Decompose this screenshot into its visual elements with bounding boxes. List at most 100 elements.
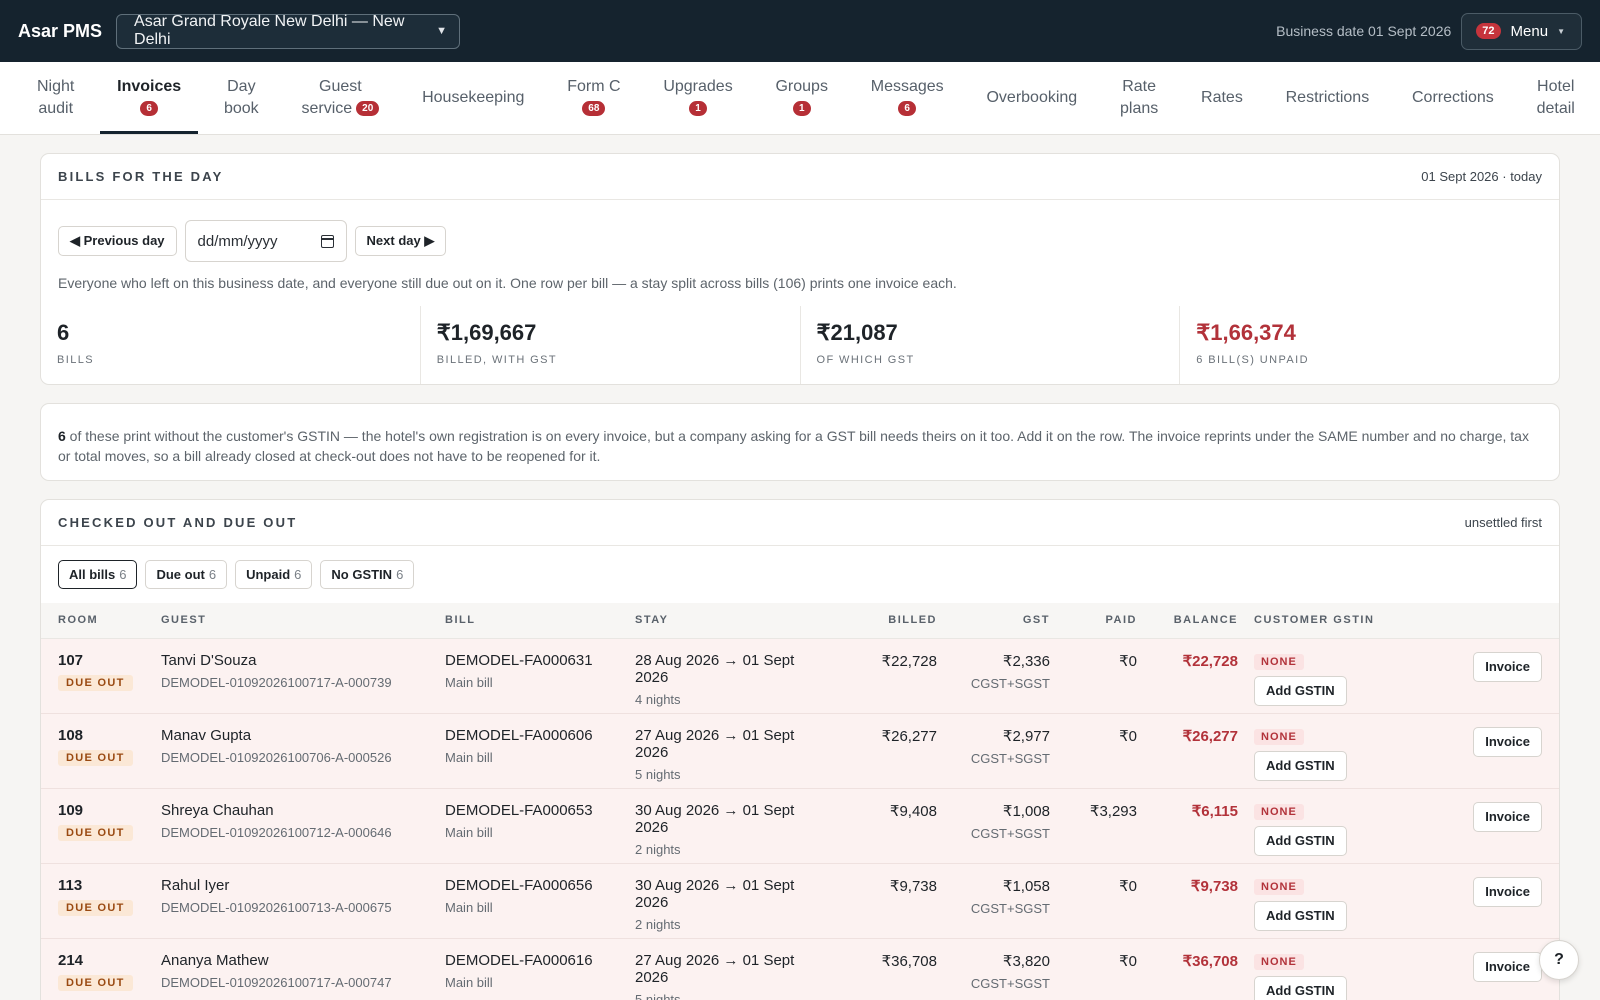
bill-cell: DEMODEL-FA000606 Main bill [437,713,627,788]
tab-corrections[interactable]: Corrections [1395,62,1511,134]
customer-gstin-cell: NONE Add GSTIN [1246,788,1396,863]
invoice-button[interactable]: Invoice [1473,951,1542,982]
bills-description: Everyone who left on this business date,… [58,275,957,291]
table-row[interactable]: 214 DUE OUT Ananya Mathew DEMODEL-010920261… [41,938,1559,1000]
tab-label: Corrections [1412,89,1494,106]
stat-label: OF WHICH GST [816,354,915,366]
tab-upgrades[interactable]: Upgrades 1 [646,62,749,134]
invoice-button[interactable]: Invoice [1473,876,1542,907]
filter-chip-no-gstin[interactable]: No GSTIN 6 [320,560,415,589]
menu-button[interactable]: 72 Menu ▼ [1461,12,1582,50]
business-date: Business date 01 Sept 2026 [1276,23,1452,39]
add-gstin-button[interactable]: Add GSTIN [1254,825,1347,856]
guest-name[interactable]: Ananya Mathew [161,952,429,969]
tab-rates[interactable]: Rates [1184,62,1260,134]
guest-cell: Ananya Mathew DEMODEL-01092026100717-A-00… [153,938,437,1000]
stat-value: ₹1,66,374 [1196,320,1296,345]
tab-housekeeping[interactable]: Housekeeping [405,62,541,134]
bill-number[interactable]: DEMODEL-FA000606 [445,727,619,744]
bill-number[interactable]: DEMODEL-FA000656 [445,877,619,894]
tab-label-line2: detail [1537,98,1575,120]
tab-rate-plans[interactable]: Rate plans [1103,62,1175,134]
bill-type: Main bill [445,899,493,915]
filter-chip-all-bills[interactable]: All bills 6 [58,560,138,589]
gstin-status-badge: NONE [1254,878,1304,895]
column-header: STAY [627,603,827,639]
balance-amount: ₹26,277 [1182,727,1238,745]
guest-name[interactable]: Tanvi D'Souza [161,652,429,669]
tab-overbooking[interactable]: Overbooking [969,62,1094,134]
bills-for-day-card: BILLS FOR THE DAY 01 Sept 2026 · today ◀… [40,153,1560,385]
tab-label: book [223,100,259,117]
table-row[interactable]: 108 DUE OUT Manav Gupta DEMODEL-01092026100… [41,713,1559,788]
stay-dates: 30 Aug 2026 → 01 Sept 2026 [635,876,795,911]
tab-restrictions[interactable]: Restrictions [1269,62,1387,134]
tab-night-audit[interactable]: Night audit [20,62,91,134]
stat-tile: 6 BILLS [41,306,421,384]
bills-table: ROOM GUEST BILL STAY BILLED GST PAID BALANCE CUS… [41,603,1559,1000]
stat-value: ₹21,087 [816,320,898,345]
gst-cell: ₹2,977 CGST+SGST [945,713,1058,788]
stay-dates: 27 Aug 2026 → 01 Sept 2026 [635,951,795,986]
tab-guest-service[interactable]: Guest service 20 [284,62,396,134]
table-row[interactable]: 113 DUE OUT Rahul Iyer DEMODEL-010920261007… [41,863,1559,938]
stat-label: BILLS [57,354,94,366]
tab-day-book[interactable]: Day book [207,62,276,134]
filter-chip-unpaid[interactable]: Unpaid 6 [235,560,313,589]
guest-cell: Manav Gupta DEMODEL-01092026100706-A-0005… [153,713,437,788]
previous-day-button[interactable]: ◀ Previous day [58,226,177,256]
invoice-button[interactable]: Invoice [1473,801,1542,832]
gst-type: CGST+SGST [970,900,1050,916]
column-header: GST [945,603,1058,639]
table-body: 107 DUE OUT Tanvi D'Souza DEMODEL-010920261… [41,638,1559,1000]
tab-label: Messages [870,78,944,95]
date-input[interactable]: dd/mm/yyyy [184,220,347,262]
brand-logo[interactable]: Asar PMS [18,21,102,42]
tab-label: Overbooking [986,89,1078,106]
room-cell: 108 DUE OUT [41,713,153,788]
guest-name[interactable]: Manav Gupta [161,727,429,744]
add-gstin-button[interactable]: Add GSTIN [1254,900,1347,931]
bill-type: Main bill [445,824,493,840]
bill-number[interactable]: DEMODEL-FA000653 [445,802,619,819]
bill-cell: DEMODEL-FA000631 Main bill [437,638,627,713]
bill-number[interactable]: DEMODEL-FA000616 [445,952,619,969]
bill-number[interactable]: DEMODEL-FA000631 [445,652,619,669]
table-header-row: ROOM GUEST BILL STAY BILLED GST PAID BALANCE CUS… [41,603,1559,639]
add-gstin-button[interactable]: Add GSTIN [1254,750,1347,781]
card-meta: 01 Sept 2026 · today [1421,169,1542,184]
tab-messages[interactable]: Messages 6 [854,62,961,134]
top-right: Business date 01 Sept 2026 72 Menu ▼ [1276,12,1582,50]
stat-label: BILLED, WITH GST [436,354,557,366]
tab-invoices[interactable]: Invoices 6 [100,62,199,134]
filter-chip-due-out[interactable]: Due out 6 [145,560,228,589]
menu-label: Menu [1510,22,1549,40]
stay-cell: 30 Aug 2026 → 01 Sept 2026 2 nights [627,863,827,938]
tab-form-c[interactable]: Form C 68 [550,62,637,134]
customer-gstin-cell: NONE Add GSTIN [1246,938,1396,1000]
tab-hotel-detail[interactable]: Hotel detail [1520,62,1592,134]
tab-badge: 6 [140,101,158,117]
help-button[interactable]: ? [1539,940,1579,980]
add-gstin-button[interactable]: Add GSTIN [1254,975,1347,1000]
room-number: 113 [58,876,83,894]
tab-groups[interactable]: Groups 1 [758,62,844,134]
gstin-status-badge: NONE [1254,803,1304,820]
invoice-button[interactable]: Invoice [1473,651,1542,682]
bill-type: Main bill [445,749,493,765]
table-row[interactable]: 107 DUE OUT Tanvi D'Souza DEMODEL-010920261… [41,638,1559,713]
calendar-icon[interactable] [320,234,334,248]
sort-label[interactable]: unsettled first [1465,515,1542,530]
next-day-button[interactable]: Next day ▶ [354,226,447,256]
property-select[interactable]: Asar Grand Royale New Delhi — New Delhi … [116,13,461,49]
add-gstin-button[interactable]: Add GSTIN [1254,675,1347,706]
actions-cell: Invoice [1396,713,1559,788]
tab-label: Rates [1201,89,1243,106]
room-cell: 107 DUE OUT [41,638,153,713]
tab-label: Invoices [117,78,182,95]
guest-name[interactable]: Rahul Iyer [161,877,429,894]
guest-name[interactable]: Shreya Chauhan [161,802,429,819]
stay-nights: 4 nights [635,691,681,707]
table-row[interactable]: 109 DUE OUT Shreya Chauhan DEMODEL-01092026… [41,788,1559,863]
invoice-button[interactable]: Invoice [1473,726,1542,757]
